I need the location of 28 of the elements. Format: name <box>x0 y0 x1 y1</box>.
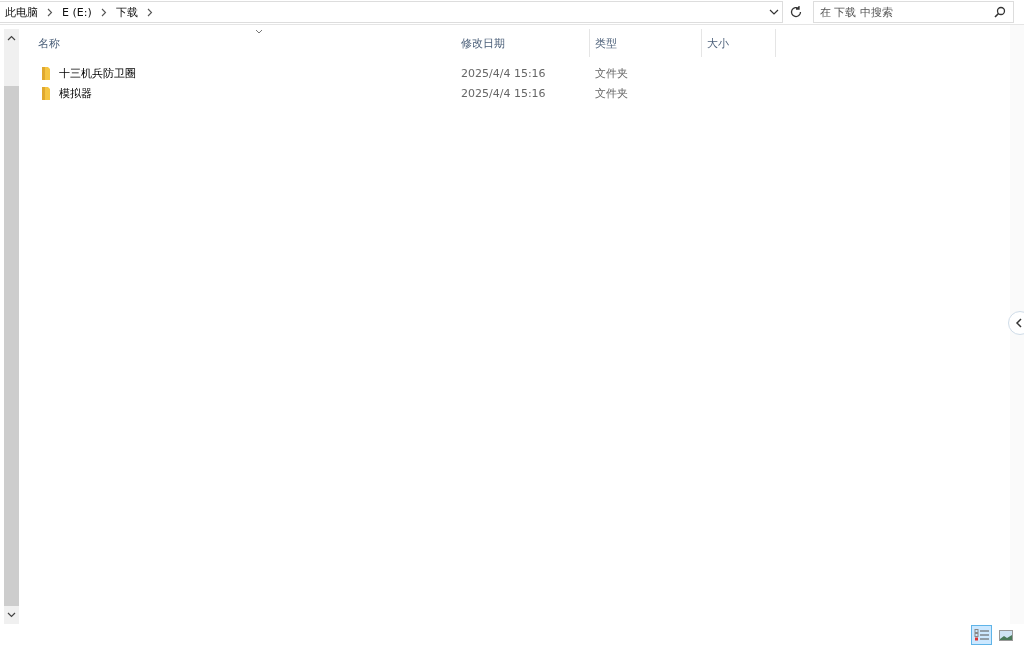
folder-icon <box>41 86 51 100</box>
date-cell-text: 2025/4/4 15:16 <box>460 66 547 80</box>
dropdown-icon[interactable] <box>769 8 779 16</box>
chevron-icon[interactable] <box>47 7 53 17</box>
column-header[interactable]: 名称 <box>33 29 456 57</box>
file-name[interactable]: 模拟器 <box>59 85 92 101</box>
column-header[interactable]: 类型 <box>590 29 702 57</box>
refresh-icon[interactable] <box>789 5 803 19</box>
chevron-icon[interactable] <box>100 7 107 17</box>
breadcrumb-item[interactable]: E (E:) <box>62 5 92 19</box>
type-cell-text: 文件夹 <box>594 65 629 81</box>
breadcrumb-item[interactable]: 此电脑 <box>5 4 38 20</box>
address-bar[interactable]: 此电脑 E (E:) 下载 <box>0 1 783 23</box>
breadcrumb-item[interactable]: 下载 <box>115 4 138 20</box>
column-header[interactable]: 修改日期 <box>456 29 590 57</box>
search-field[interactable]: 在 下载 中搜索 <box>813 1 1014 23</box>
date-cell-text: 2025/4/4 15:16 <box>460 86 547 100</box>
search-icon <box>994 6 1006 18</box>
details-view-button[interactable] <box>971 625 992 645</box>
scroll-down-icon[interactable] <box>7 612 16 618</box>
chevron-left-icon <box>1015 318 1022 328</box>
folder-icon <box>41 66 51 80</box>
sort-icon <box>255 29 263 34</box>
column-header[interactable]: 大小 <box>702 29 776 57</box>
chevron-icon[interactable] <box>146 7 153 17</box>
scroll-up-icon[interactable] <box>7 35 16 41</box>
file-name[interactable]: 十三机兵防卫圈 <box>59 65 136 81</box>
type-cell-text: 文件夹 <box>594 85 629 101</box>
